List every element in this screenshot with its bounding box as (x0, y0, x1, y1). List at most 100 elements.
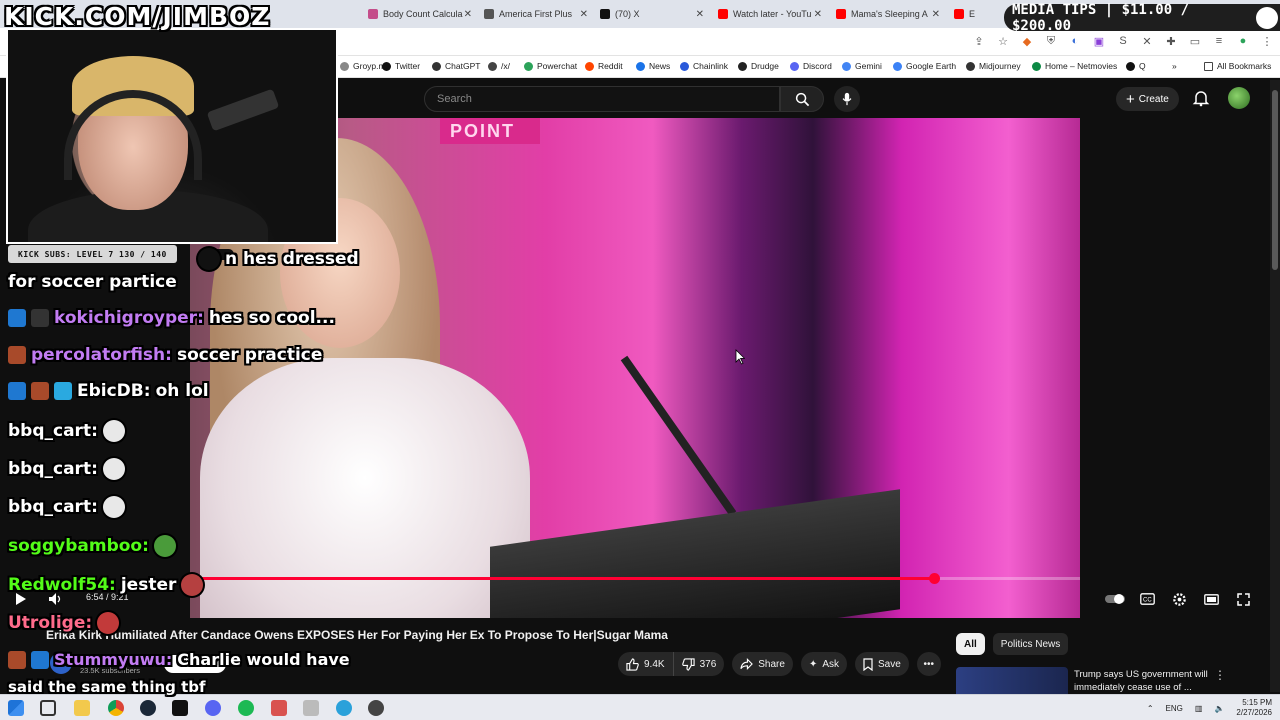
like-count: 9.4K (644, 658, 665, 670)
chat-username: percolatorfish: (31, 345, 172, 365)
bookmark-label: Midjourney (979, 61, 1021, 71)
tab-close-icon[interactable]: ✕ (464, 9, 472, 20)
obs-icon[interactable] (368, 700, 384, 716)
ask-button[interactable]: ✦ Ask (800, 652, 848, 676)
bookmark-item[interactable]: Twitter (382, 61, 420, 71)
browser-tab-3[interactable]: Watch later - YouTu ✕ (710, 3, 826, 25)
browser-tab-5[interactable]: E (946, 3, 1002, 25)
extension-x-icon[interactable]: ✕ (1140, 34, 1154, 48)
spotify-icon[interactable] (238, 700, 254, 716)
chat-username: Redwolf54: (8, 575, 116, 595)
browser-tab-2[interactable]: (70) X ✕ (592, 3, 708, 25)
browser-tab-1[interactable]: America First Plus ✕ (476, 3, 592, 25)
browser-tab-0[interactable]: Body Count Calcula ✕ (360, 3, 476, 25)
settings-button[interactable] (1170, 590, 1188, 608)
dislike-button[interactable]: 376 (672, 652, 725, 676)
search-icon (795, 92, 809, 106)
bookmark-item[interactable]: Gemini (842, 61, 882, 71)
terminal-icon[interactable] (172, 700, 188, 716)
extension-s-icon[interactable]: S (1116, 34, 1130, 48)
extension-fox-icon[interactable]: ◆ (1020, 34, 1034, 48)
discord-icon[interactable] (205, 700, 221, 716)
chat-badge-icon (31, 309, 49, 327)
extension-shield-icon[interactable]: ⛨ (1044, 34, 1058, 48)
chat-message: said the same thing tbf (8, 678, 206, 696)
bookmark-item[interactable]: News (636, 61, 670, 71)
windows-start-icon[interactable] (8, 700, 24, 716)
cast-icon[interactable]: ▭ (1188, 34, 1202, 48)
bookmark-item[interactable]: Home – Netmovies (1032, 61, 1117, 71)
autoplay-toggle[interactable] (1104, 590, 1126, 608)
captions-button[interactable]: CC (1138, 590, 1156, 608)
more-actions-button[interactable]: ••• (916, 652, 941, 676)
telegram-icon[interactable] (336, 700, 352, 716)
extensions-puzzle-icon[interactable]: ✚ (1164, 34, 1178, 48)
like-button[interactable]: 9.4K (618, 652, 673, 676)
recommended-video-thumbnail[interactable] (956, 667, 1068, 695)
video-progress-bar[interactable] (190, 573, 1080, 584)
bookmark-item[interactable]: Discord (790, 61, 832, 71)
speaker-icon[interactable]: 🔈 (1214, 704, 1224, 713)
steam-icon[interactable] (140, 700, 156, 716)
progress-scrubber[interactable] (929, 573, 941, 584)
keyboard-language[interactable]: ENG (1166, 704, 1183, 713)
reading-list-icon[interactable]: ≡ (1212, 34, 1226, 48)
save-button[interactable]: Save (855, 652, 909, 676)
bookmark-item[interactable]: Q (1126, 61, 1146, 71)
browser-menu-icon[interactable]: ⋮ (1260, 34, 1274, 48)
fullscreen-button[interactable] (1234, 590, 1252, 608)
bookmark-item[interactable]: ChatGPT (432, 61, 480, 71)
bookmark-item[interactable]: Midjourney (966, 61, 1021, 71)
share-button[interactable]: Share (732, 652, 793, 676)
bookmark-icon (863, 657, 873, 671)
system-clock[interactable]: 5:15 PM 2/27/2026 (1236, 698, 1272, 718)
folder-icon (1204, 61, 1213, 71)
network-icon[interactable]: ▥ (1195, 704, 1203, 713)
more-vertical-icon[interactable]: ⋮ (1214, 668, 1226, 682)
chat-message: Stummyuwu: Charlie would have (8, 650, 350, 669)
mail-app-icon[interactable] (303, 700, 319, 716)
stream-watermark: KICK.COM/JIMBOZ (4, 2, 271, 31)
bookmark-star-icon[interactable]: ☆ (996, 34, 1010, 48)
chip-all[interactable]: All (956, 633, 985, 655)
chat-emote-icon (198, 248, 220, 270)
recommended-video-title[interactable]: Trump says US government will immediatel… (1074, 668, 1214, 694)
tab-close-icon[interactable]: ✕ (932, 9, 940, 20)
bookmarks-overflow-icon[interactable]: » (1172, 61, 1177, 71)
create-button[interactable]: + Create (1116, 87, 1179, 111)
theater-mode-button[interactable] (1202, 590, 1220, 608)
extension-audio-icon[interactable]: ◐ (1068, 34, 1082, 48)
bookmark-item[interactable]: /x/ (488, 61, 510, 71)
tab-close-icon[interactable]: ✕ (814, 9, 822, 20)
bookmark-favicon-icon (842, 61, 851, 71)
extension-tv-icon[interactable]: ▣ (1092, 34, 1106, 48)
chrome-icon[interactable] (108, 700, 124, 716)
bookmark-item[interactable]: Google Earth (893, 61, 956, 71)
bookmark-item[interactable]: Drudge (738, 61, 779, 71)
bookmark-item[interactable]: Powerchat (524, 61, 577, 71)
tab-close-icon[interactable]: ✕ (580, 9, 588, 20)
dislike-count: 376 (699, 658, 717, 670)
tray-expand-icon[interactable]: ⌃ (1147, 704, 1154, 713)
bookmark-item[interactable]: Reddit (585, 61, 623, 71)
scrollbar-thumb[interactable] (1272, 90, 1278, 270)
all-bookmarks-folder[interactable]: All Bookmarks (1204, 61, 1271, 71)
install-app-icon[interactable]: ⇪ (972, 34, 986, 48)
voice-search-button[interactable] (834, 86, 860, 112)
account-avatar[interactable] (1228, 87, 1250, 109)
page-scrollbar[interactable] (1270, 80, 1280, 692)
file-explorer-icon[interactable] (74, 700, 90, 716)
browser-tab-4[interactable]: Mama's Sleeping A ✕ (828, 3, 944, 25)
chat-text: hes so cool... (208, 308, 335, 328)
search-input[interactable]: Search (424, 86, 780, 112)
profile-icon[interactable]: ● (1236, 34, 1250, 48)
notifications-bell-icon[interactable] (1192, 89, 1210, 107)
sparkle-icon: ✦ (808, 658, 818, 670)
task-view-icon[interactable] (40, 700, 56, 716)
search-button[interactable] (780, 86, 824, 112)
chip-politics-news[interactable]: Politics News (992, 633, 1069, 655)
tab-label: E (969, 9, 976, 19)
tab-close-icon[interactable]: ✕ (696, 9, 704, 20)
calendar-app-icon[interactable] (271, 700, 287, 716)
bookmark-item[interactable]: Chainlink (680, 61, 728, 71)
